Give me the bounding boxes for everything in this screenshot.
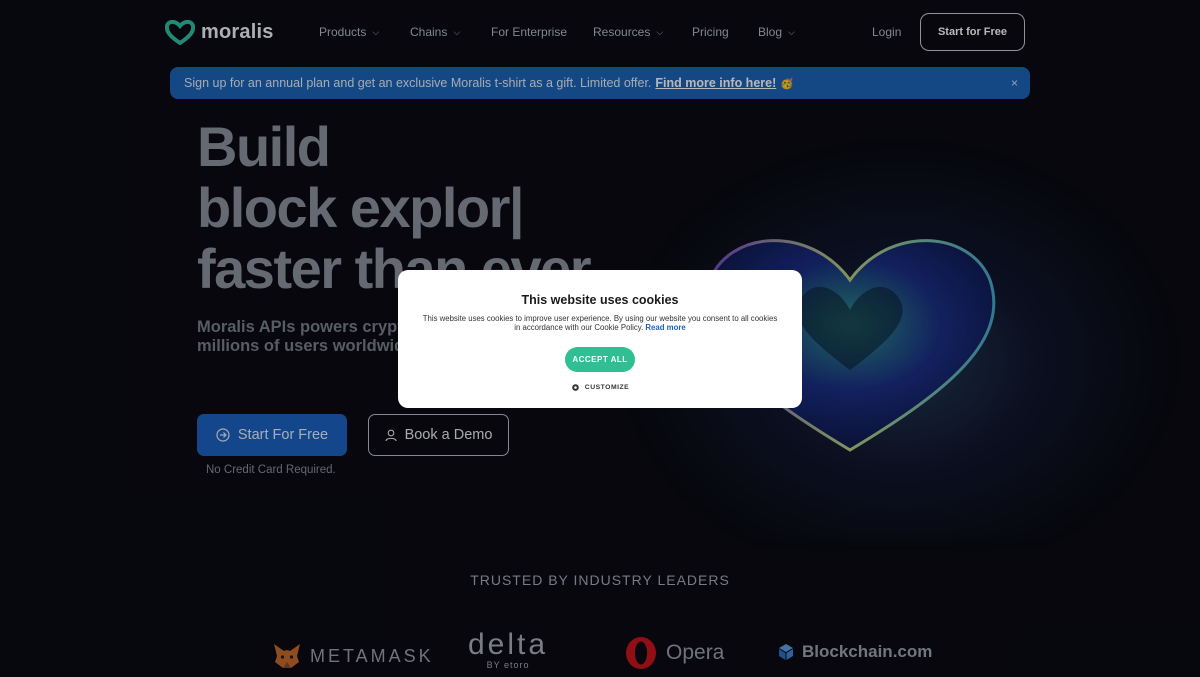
customize-label: CUSTOMIZE bbox=[584, 384, 630, 391]
cookie-dialog: This website uses cookies This website u… bbox=[398, 270, 802, 408]
cookie-title: This website uses cookies bbox=[521, 293, 679, 307]
cookie-text: This website uses cookies to improve use… bbox=[420, 314, 780, 332]
accept-all-button[interactable]: ACCEPT ALL bbox=[565, 347, 635, 372]
gear-icon bbox=[571, 384, 579, 391]
cookie-body: This website uses cookies to improve use… bbox=[422, 314, 778, 332]
read-more-link[interactable]: Read more bbox=[645, 323, 685, 332]
customize-button[interactable]: CUSTOMIZE bbox=[398, 383, 802, 392]
